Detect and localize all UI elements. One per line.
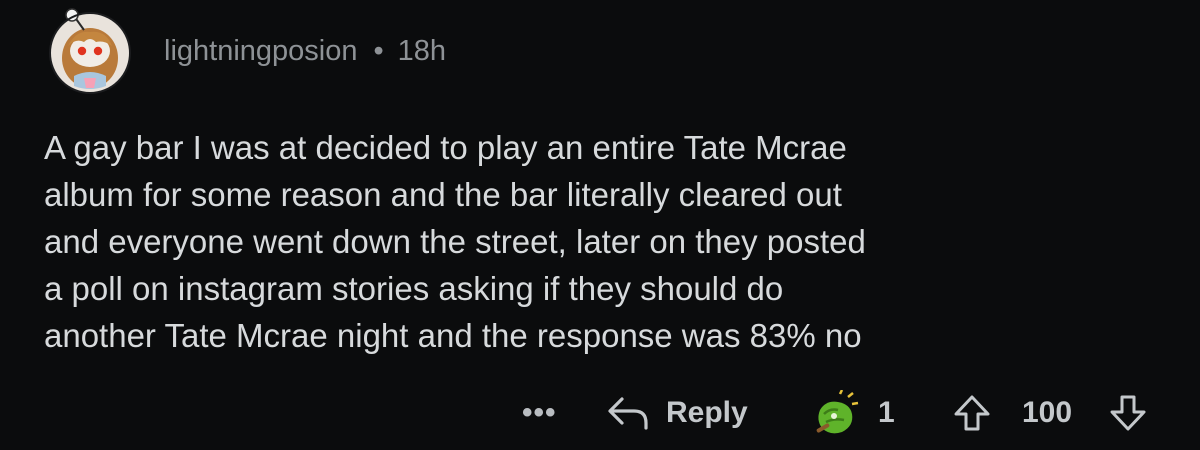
award-button[interactable]: 1	[812, 388, 895, 438]
comment-body-line: a poll on instagram stories asking if th…	[44, 270, 784, 307]
upvote-arrow-icon	[954, 395, 990, 431]
award-count: 1	[878, 396, 895, 429]
comment-body-line: A gay bar I was at decided to play an en…	[44, 129, 847, 166]
reply-button[interactable]: Reply	[606, 388, 748, 438]
more-options-button[interactable]: •••	[522, 388, 557, 438]
username-link[interactable]: lightningposion	[164, 35, 357, 68]
timestamp: 18h	[397, 34, 447, 67]
comment-body-line: another Tate Mcrae night and the respons…	[44, 317, 862, 354]
meta-separator: •	[373, 34, 384, 67]
comment: lightningposion • 18h A gay bar I was at…	[0, 0, 1200, 450]
comment-body-line: album for some reason and the bar litera…	[44, 176, 842, 213]
comment-meta: lightningposion • 18h	[164, 28, 446, 74]
comment-body: A gay bar I was at decided to play an en…	[44, 124, 1164, 359]
vote-score: 100	[1022, 396, 1073, 429]
reply-label: Reply	[666, 396, 748, 429]
upvote-button[interactable]	[952, 388, 992, 438]
downvote-button[interactable]	[1108, 388, 1148, 438]
more-options-icon: •••	[522, 396, 557, 429]
snoo-avatar-icon	[49, 8, 131, 94]
comment-action-bar: ••• Reply 1 100	[0, 388, 1200, 438]
comment-body-line: and everyone went down the street, later…	[44, 223, 866, 260]
reply-arrow-icon	[608, 397, 648, 430]
downvote-arrow-icon	[1110, 395, 1146, 431]
user-avatar[interactable]	[44, 6, 136, 94]
award-icon	[816, 390, 859, 434]
